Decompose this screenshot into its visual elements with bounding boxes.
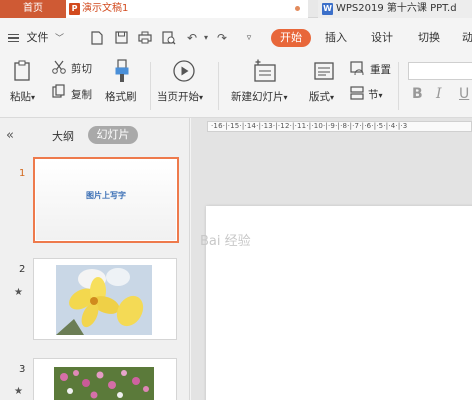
layout-icon[interactable] [314,62,334,80]
hamburger-icon [8,32,19,45]
file-menu[interactable]: 文件 ﹀ [8,28,64,48]
slide-thumbnail-2[interactable] [33,258,177,340]
tab-outline[interactable]: 大纲 [52,128,74,144]
format-painter-icon[interactable] [114,59,130,83]
ribbon-separator [150,62,151,110]
animation-star-icon: ★ [14,386,23,397]
tab-transition[interactable]: 切换 [418,28,440,48]
unsaved-dot-icon [295,6,300,11]
slide-number: 3 [19,364,26,375]
collapse-panel-icon[interactable]: « [6,128,14,143]
slide-thumbnail-3[interactable] [33,358,177,400]
undo-icon[interactable]: ↶ [185,31,199,45]
tab-animation[interactable]: 动 [462,28,472,48]
save-icon[interactable] [114,31,128,45]
redo-icon[interactable]: ↷ [215,31,229,45]
layout-button[interactable]: 版式▾ [309,89,334,104]
ppt-file-icon: P [69,3,80,15]
new-slide-button[interactable]: 新建幻灯片▾ [231,89,288,104]
document-tab-bar: 首页 P 演示文稿1 W WPS2019 第十六课 PPT.d [0,0,472,18]
slide-thumbnail-1[interactable]: 图片上写字 [33,157,179,243]
slide-thumbnail-background: 图片上写字 [36,160,176,240]
tab-slides[interactable]: 幻灯片 [88,126,138,144]
slide-number: 2 [19,264,26,275]
section-button[interactable]: 节▾ [368,87,383,102]
format-painter-button[interactable]: 格式刷 [105,89,137,104]
animation-star-icon: ★ [14,287,23,298]
new-doc-icon[interactable] [90,31,104,45]
reset-button[interactable]: 重置 [370,62,391,77]
tab-start[interactable]: 开始 [271,29,311,47]
play-from-current-button[interactable]: 当页开始▾ [157,89,203,104]
file-menu-label: 文件 [26,31,49,44]
paste-icon[interactable] [12,60,34,84]
tab-home[interactable]: 首页 [0,0,66,18]
tab-insert[interactable]: 插入 [325,28,347,48]
bold-button[interactable]: B [412,86,423,102]
slide-number: 1 [19,168,26,179]
menu-bar: 文件 ﹀ ↶ ▾ ↷ ▿ 开始 插入 设计 切换 动 [0,18,472,56]
undo-dropdown-icon[interactable]: ▾ [199,31,213,45]
font-name-input[interactable] [408,62,472,80]
new-slide-icon[interactable] [253,59,277,83]
underline-button[interactable]: U [459,86,469,102]
watermark: Bai 经验 [200,234,251,249]
italic-button[interactable]: I [436,86,442,102]
reset-icon[interactable] [350,61,364,79]
tab-design[interactable]: 设计 [371,28,393,48]
flower-image-thumbnail [34,259,176,339]
paste-button[interactable]: 粘贴▾ [10,89,35,104]
tab-document-1[interactable]: P 演示文稿1 [66,0,308,18]
ribbon-separator [218,62,219,110]
copy-button[interactable]: 复制 [71,87,92,102]
ribbon-toolbar: 粘贴▾ 剪切 复制 格式刷 当页开始▾ 新建幻灯片▾ 版式▾ 重置 节▾ B I… [0,56,472,118]
tab-document-2[interactable]: W WPS2019 第十六课 PPT.d [318,0,472,18]
wps-presentation-window: 首页 P 演示文稿1 W WPS2019 第十六课 PPT.d 文件 ﹀ ↶ ▾… [0,0,472,400]
flower-image-thumbnail [34,359,176,400]
copy-icon[interactable] [52,84,66,98]
section-icon[interactable] [350,86,364,100]
word-file-icon: W [322,3,333,15]
print-preview-icon[interactable] [162,31,176,45]
ribbon-separator [398,62,399,110]
chevron-down-icon: ﹀ [55,34,65,44]
slide-thumbnail-title: 图片上写字 [86,191,126,200]
scissors-icon[interactable] [52,60,66,74]
quick-access-dropdown-icon[interactable]: ▿ [242,31,256,45]
tab-document-1-label: 演示文稿1 [82,3,129,14]
slide-thumbnail-panel: « 大纲 幻灯片 1 图片上写字 2 ★ 3 ★ [0,118,190,400]
print-icon[interactable] [138,31,152,45]
play-from-current-icon[interactable] [172,59,196,83]
horizontal-ruler: ·16·|·15·|·14·|·13·|·12·|·11·|·10·|·9·|·… [207,121,472,132]
cut-button[interactable]: 剪切 [71,61,92,76]
slide-editor-area: ·16·|·15·|·14·|·13·|·12·|·11·|·10·|·9·|·… [191,118,472,400]
tab-document-2-label: WPS2019 第十六课 PPT.d [336,3,457,14]
